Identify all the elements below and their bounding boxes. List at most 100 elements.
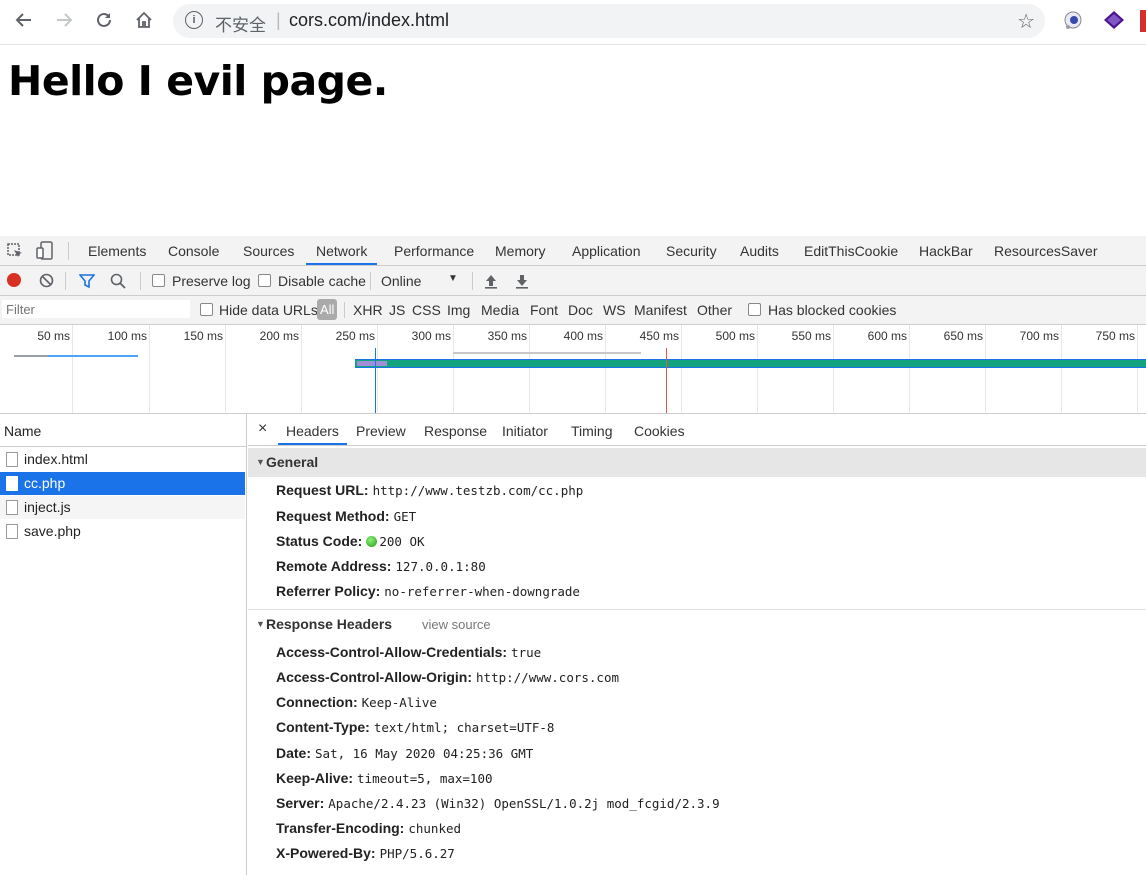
header-key: Keep-Alive: <box>276 770 354 786</box>
timeline-bar <box>48 355 138 357</box>
forward-icon[interactable] <box>52 8 76 32</box>
filter-type-js[interactable]: JS <box>389 302 405 318</box>
general-section-header[interactable]: ▼ General <box>248 448 1146 477</box>
back-icon[interactable] <box>12 8 36 32</box>
collapse-triangle-icon: ▼ <box>256 619 265 629</box>
file-icon <box>6 500 18 515</box>
search-icon[interactable] <box>110 273 126 289</box>
address-bar[interactable]: i 不安全 | cors.com/index.html ☆ <box>173 4 1045 38</box>
filter-type-all[interactable]: All <box>317 299 338 320</box>
disable-cache-label: Disable cache <box>278 273 366 289</box>
device-toolbar-icon[interactable] <box>36 241 54 261</box>
tab-response[interactable]: Response <box>424 414 487 445</box>
request-list-header[interactable]: Name <box>0 414 246 447</box>
header-value: 200 OK <box>379 534 425 549</box>
name-column-header[interactable]: Name <box>4 423 41 439</box>
header-key: Remote Address: <box>276 558 392 574</box>
header-value: 127.0.0.1:80 <box>395 559 486 574</box>
request-list: Name index.html cc.php inject.js save.ph… <box>0 414 247 875</box>
import-har-icon[interactable] <box>484 273 498 289</box>
tab-security[interactable]: Security <box>666 236 717 265</box>
header-value: PHP/5.6.27 <box>379 846 455 861</box>
filter-type-img[interactable]: Img <box>447 302 470 318</box>
file-icon <box>6 476 18 491</box>
throttle-dropdown-icon[interactable]: ▼ <box>448 273 458 284</box>
view-source-link[interactable]: view source <box>422 610 491 639</box>
header-value: GET <box>393 509 417 524</box>
timeline-tick: 650 ms <box>943 329 983 343</box>
filter-input[interactable] <box>2 300 190 318</box>
filter-type-ws[interactable]: WS <box>603 302 626 318</box>
collapse-triangle-icon: ▼ <box>256 457 265 467</box>
list-item[interactable]: inject.js <box>0 496 245 519</box>
header-key: Content-Type: <box>276 719 370 735</box>
preserve-log-checkbox[interactable] <box>152 274 165 287</box>
status-ok-icon <box>366 536 378 547</box>
tab-initiator[interactable]: Initiator <box>502 414 548 445</box>
header-value: no-referrer-when-downgrade <box>384 584 580 599</box>
tab-timing[interactable]: Timing <box>571 414 613 445</box>
hide-data-urls-checkbox[interactable] <box>200 303 213 316</box>
tab-headers[interactable]: Headers <box>278 414 347 445</box>
request-name: save.php <box>24 523 81 539</box>
close-detail-icon[interactable]: × <box>258 414 267 445</box>
tab-editthiscookie[interactable]: EditThisCookie <box>804 236 898 265</box>
filter-type-doc[interactable]: Doc <box>568 302 593 318</box>
filter-icon[interactable] <box>78 273 96 289</box>
tab-cookies[interactable]: Cookies <box>634 414 685 445</box>
list-item[interactable]: index.html <box>0 448 245 471</box>
filter-type-font[interactable]: Font <box>530 302 558 318</box>
extension-red-icon[interactable] <box>1140 10 1146 32</box>
response-headers-section-header[interactable]: ▼ Response Headers view source <box>248 610 1146 639</box>
hide-data-urls-label: Hide data URLs <box>219 302 318 318</box>
inspect-element-icon[interactable] <box>6 242 24 260</box>
url-text[interactable]: cors.com/index.html <box>289 10 449 31</box>
timeline-tick: 250 ms <box>335 329 375 343</box>
clear-icon[interactable] <box>39 273 54 288</box>
tab-memory[interactable]: Memory <box>495 236 546 265</box>
extension-chat-icon[interactable] <box>1062 10 1084 32</box>
home-icon[interactable] <box>132 8 156 32</box>
tab-preview[interactable]: Preview <box>356 414 406 445</box>
filter-type-css[interactable]: CSS <box>412 302 441 318</box>
record-icon[interactable] <box>7 273 21 287</box>
timeline-tick: 700 ms <box>1019 329 1059 343</box>
tab-application[interactable]: Application <box>572 236 641 265</box>
has-blocked-cookies-checkbox[interactable] <box>748 303 761 316</box>
extension-layers-icon[interactable] <box>1102 9 1126 33</box>
timeline-tick: 350 ms <box>487 329 527 343</box>
tab-sources[interactable]: Sources <box>243 236 294 265</box>
info-icon[interactable]: i <box>185 11 203 29</box>
header-row: Referrer Policy: no-referrer-when-downgra… <box>276 583 580 603</box>
tab-resourcessaver[interactable]: ResourcesSaver <box>994 236 1098 265</box>
header-key: Transfer-Encoding: <box>276 820 405 836</box>
reload-icon[interactable] <box>92 8 116 32</box>
load-event-line <box>666 348 667 413</box>
filter-type-other[interactable]: Other <box>697 302 732 318</box>
header-value: http://www.testzb.com/cc.php <box>372 483 584 498</box>
list-item[interactable]: cc.php <box>0 472 245 495</box>
request-name: inject.js <box>24 499 71 515</box>
tab-performance[interactable]: Performance <box>394 236 474 265</box>
header-key: Referrer Policy: <box>276 583 381 599</box>
request-detail-panel: × Headers Preview Response Initiator Tim… <box>248 414 1146 875</box>
tab-network[interactable]: Network <box>306 236 378 265</box>
filter-type-media[interactable]: Media <box>481 302 519 318</box>
has-blocked-cookies-label: Has blocked cookies <box>768 302 897 318</box>
timeline-bar <box>357 361 387 366</box>
filter-type-xhr[interactable]: XHR <box>353 302 383 318</box>
tab-audits[interactable]: Audits <box>740 236 779 265</box>
export-har-icon[interactable] <box>515 273 529 289</box>
tab-console[interactable]: Console <box>168 236 219 265</box>
filter-type-manifest[interactable]: Manifest <box>634 302 687 318</box>
throttle-select[interactable]: Online <box>381 273 421 289</box>
header-row: Date: Sat, 16 May 2020 04:25:36 GMT <box>276 745 533 765</box>
tab-hackbar[interactable]: HackBar <box>919 236 973 265</box>
disable-cache-checkbox[interactable] <box>258 274 271 287</box>
header-row: Transfer-Encoding: chunked <box>276 820 461 840</box>
network-overview-timeline[interactable]: 50 ms 100 ms 150 ms 200 ms 250 ms 300 ms… <box>0 325 1146 414</box>
list-item[interactable]: save.php <box>0 520 245 543</box>
bookmark-star-icon[interactable]: ☆ <box>1017 9 1035 34</box>
header-value: timeout=5, max=100 <box>357 771 493 786</box>
tab-elements[interactable]: Elements <box>88 236 146 265</box>
